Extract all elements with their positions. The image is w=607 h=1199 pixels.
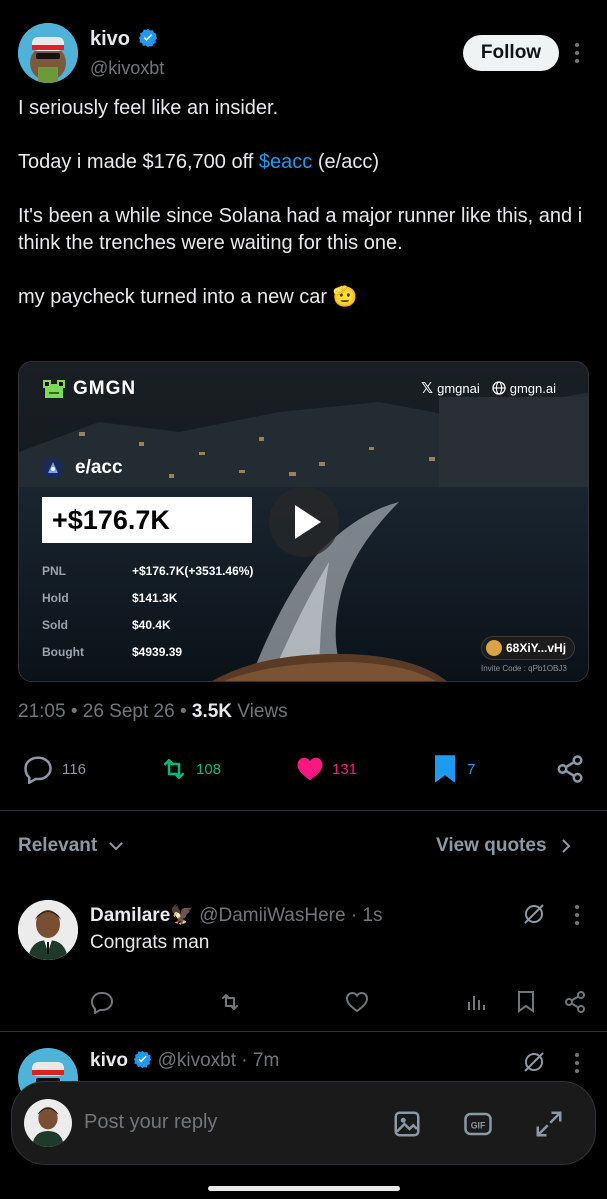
repost-action[interactable]: 108 [158, 754, 221, 784]
pnl-row-label: Sold [42, 618, 68, 632]
tweet-time[interactable]: 21:05 • 26 Sept 26 • [18, 701, 192, 722]
reply-avatar[interactable] [18, 900, 78, 960]
tweet-line-1: I seriously feel like an insider. [18, 97, 279, 119]
invite-code: Invite Code : qPb1OBJ3 [481, 664, 567, 673]
reply-author-name[interactable]: Damilare🦅 [90, 905, 194, 926]
tweet-line-4: my paycheck turned into a new car 🫡 [18, 286, 358, 308]
play-button[interactable] [269, 487, 339, 557]
composer-placeholder[interactable]: Post your reply [84, 1111, 217, 1134]
chevron-right-icon [561, 839, 570, 853]
reply-repost-icon[interactable] [218, 990, 242, 1014]
gif-icon[interactable]: GIF [463, 1109, 493, 1139]
grok-icon[interactable] [522, 1050, 546, 1074]
reply-header: Damilare🦅 @DamiiWasHere · 1s [90, 903, 383, 927]
reply-views-icon[interactable] [465, 990, 489, 1014]
gmgn-frog-icon [43, 380, 65, 398]
pnl-headline-box: +$176.7K [42, 497, 252, 543]
reply-more-icon[interactable] [570, 904, 584, 926]
x-logo-icon: 𝕏 [421, 380, 434, 397]
pnl-headline: +$176.7K [52, 505, 170, 535]
card-x-handle: gmgnai [437, 380, 480, 396]
tweet-line-3: It's been a while since Solana had a maj… [18, 205, 583, 254]
pnl-row-value: $141.3K [132, 591, 178, 605]
globe-icon [492, 381, 506, 395]
verified-badge-icon [138, 29, 157, 48]
reply-icon [24, 756, 52, 784]
gmgn-brand: GMGN [73, 378, 137, 399]
view-quotes-label: View quotes [436, 835, 547, 856]
image-icon[interactable] [392, 1109, 422, 1139]
reply-composer[interactable]: Post your reply GIF [11, 1081, 596, 1165]
pnl-row-value: $40.4K [132, 618, 171, 632]
views-count: 3.5K [191, 701, 233, 722]
reply-avatar-image [18, 900, 78, 960]
composer-avatar [24, 1099, 72, 1147]
rocket-icon [42, 457, 64, 479]
reply2-more-icon[interactable] [570, 1052, 584, 1074]
bookmark-count: 7 [467, 760, 476, 778]
pnl-row: Sold $40.4K [42, 618, 253, 645]
tweet-line-2: Today i made $176,700 off $eacc (e/acc) [18, 151, 379, 173]
bookmark-icon [435, 755, 455, 783]
author-name[interactable]: kivo [90, 28, 130, 50]
pnl-row-value: +$176.7K(+3531.46%) [132, 564, 254, 578]
wallet-address: 68XiY...vHj [506, 641, 567, 655]
like-action[interactable]: 131 [294, 754, 357, 784]
chevron-down-icon [109, 842, 123, 851]
reply2-header: kivo @kivoxbt · 7m [90, 1050, 279, 1072]
pnl-row: PNL +$176.7K(+3531.46%) [42, 564, 253, 591]
reply-bookmark-icon[interactable] [515, 990, 537, 1014]
divider [0, 810, 607, 811]
reply-share-icon[interactable] [563, 990, 587, 1014]
relevance-label: Relevant [18, 835, 98, 856]
card-token: e/acc [75, 457, 123, 478]
home-indicator[interactable] [208, 1186, 400, 1191]
heart-icon [297, 757, 323, 781]
wallet-badge: 68XiY...vHj [481, 636, 576, 660]
reply-reply-icon[interactable] [90, 990, 114, 1015]
reply-action[interactable]: 116 [22, 754, 86, 784]
grok-icon[interactable] [522, 902, 546, 926]
share-icon[interactable] [554, 754, 586, 784]
expand-icon[interactable] [534, 1109, 564, 1139]
author-avatar-image [18, 23, 78, 83]
wallet-avatar-icon [486, 640, 502, 656]
reply2-author-name[interactable]: kivo [90, 1050, 128, 1071]
pnl-row-label: Hold [42, 591, 69, 605]
relevance-dropdown[interactable]: Relevant [18, 835, 125, 857]
tweet-meta: 21:05 • 26 Sept 26 • 3.5K Views [18, 701, 288, 723]
tweet-body: I seriously feel like an insider. Today … [18, 95, 593, 311]
pnl-row: Bought $4939.39 [42, 645, 253, 672]
play-icon [295, 505, 321, 539]
repost-count: 108 [196, 760, 222, 778]
pnl-row: Hold $141.3K [42, 591, 253, 618]
reply-like-icon[interactable] [345, 990, 369, 1014]
divider [0, 1031, 607, 1032]
verified-badge-icon [134, 1050, 152, 1069]
follow-button[interactable]: Follow [463, 35, 559, 71]
views-label: Views [232, 701, 288, 722]
pnl-row-value: $4939.39 [132, 645, 183, 659]
like-count: 131 [332, 760, 358, 778]
reply-author-handle[interactable]: @DamiiWasHere · 1s [199, 905, 382, 926]
pnl-row-label: Bought [42, 645, 84, 659]
media-card[interactable]: GMGN 𝕏 gmgnai gmgn.ai e/acc +$176.7K PNL… [18, 361, 589, 682]
reply-count: 116 [62, 760, 86, 778]
bookmark-action[interactable]: 7 [431, 754, 475, 784]
reply2-author-handle[interactable]: @kivoxbt · 7m [158, 1050, 280, 1071]
author-avatar[interactable] [18, 23, 78, 83]
author-handle[interactable]: @kivoxbt [90, 58, 164, 79]
pnl-row-label: PNL [42, 564, 66, 578]
more-options-icon[interactable] [570, 42, 584, 64]
svg-text:GIF: GIF [471, 1120, 486, 1130]
card-site: gmgn.ai [509, 380, 556, 396]
reply-text: Congrats man [90, 932, 210, 953]
view-quotes-link[interactable]: View quotes [436, 835, 575, 857]
repost-icon [164, 759, 184, 779]
cashtag-link[interactable]: $eacc [259, 151, 312, 173]
